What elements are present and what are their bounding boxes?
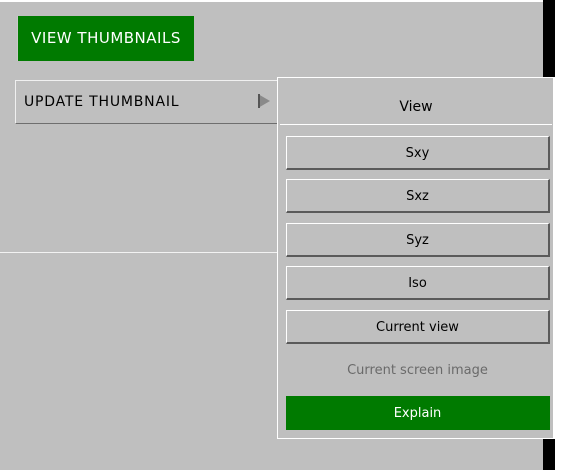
top-strip [0,0,543,2]
menu-item-sxz[interactable]: Sxz [286,179,550,213]
update-thumbnail-button[interactable]: UPDATE THUMBNAIL [15,80,277,124]
play-arrow-icon [258,94,270,108]
menu-item-iso[interactable]: Iso [286,266,550,300]
view-thumbnails-spacer [194,16,277,61]
menu-item-explain[interactable]: Explain [286,396,550,430]
menu-item-syz[interactable]: Syz [286,223,550,257]
menu-item-sxy[interactable]: Sxy [286,136,550,170]
update-thumbnail-label: UPDATE THUMBNAIL [24,94,180,110]
window-edge [555,0,567,470]
view-menu-title: View [280,80,552,125]
view-thumbnails-button[interactable]: VIEW THUMBNAILS [17,16,277,61]
menu-item-current-screen-image: Current screen image [286,353,550,387]
menu-item-current-view[interactable]: Current view [286,310,550,344]
view-menu: View Sxy Sxz Syz Iso Current view Curren… [277,77,555,439]
view-thumbnails-label: VIEW THUMBNAILS [31,29,181,47]
panel-divider [0,252,278,253]
